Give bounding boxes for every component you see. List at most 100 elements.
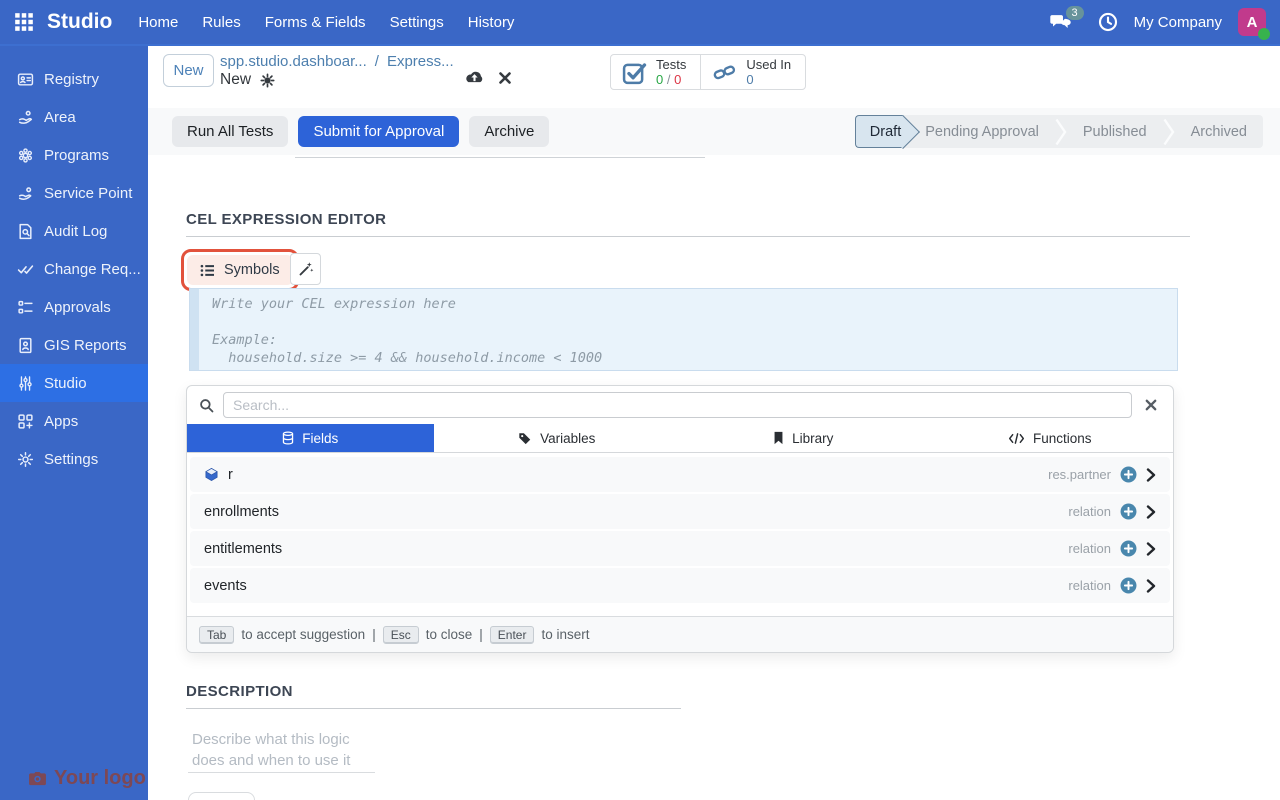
record-title-row: New: [220, 71, 275, 89]
nav-home[interactable]: Home: [126, 14, 190, 31]
sidebar-item-registry[interactable]: Registry: [0, 60, 148, 98]
tab-label: Variables: [540, 431, 595, 446]
expand-chevron-icon[interactable]: [1146, 542, 1156, 556]
expand-chevron-icon[interactable]: [1146, 468, 1156, 482]
nav-history[interactable]: History: [456, 14, 527, 31]
new-record-button[interactable]: New: [163, 54, 214, 87]
sidebar-item-approvals[interactable]: Approvals: [0, 288, 148, 326]
field-name: events: [204, 578, 247, 594]
symbols-suggestion-panel: Fields Variables Library: [186, 385, 1174, 653]
nav-settings[interactable]: Settings: [378, 14, 456, 31]
user-avatar[interactable]: A: [1238, 8, 1266, 36]
tab-variables[interactable]: Variables: [434, 424, 681, 452]
description-section-divider: [186, 708, 681, 709]
report-person-icon: [16, 337, 34, 354]
archive-button[interactable]: Archive: [469, 116, 549, 147]
camera-icon: [28, 771, 47, 786]
company-menu[interactable]: My Company: [1134, 14, 1222, 31]
hint-separator: |: [372, 627, 376, 642]
tab-library[interactable]: Library: [680, 424, 927, 452]
partial-bottom-button[interactable]: [188, 792, 255, 800]
sidebar-item-apps[interactable]: Apps: [0, 402, 148, 440]
expand-chevron-icon[interactable]: [1146, 579, 1156, 593]
sidebar-item-area[interactable]: Area: [0, 98, 148, 136]
suggestion-row-events[interactable]: events relation: [190, 568, 1170, 603]
field-type: relation: [1068, 541, 1111, 556]
main-content: New spp.studio.dashboar... / Express... …: [148, 46, 1280, 800]
insert-plus-icon[interactable]: [1120, 466, 1137, 483]
editor-placeholder: Write your CEL expression here Example: …: [199, 289, 615, 370]
search-row: [187, 386, 1173, 424]
field-name: r: [228, 467, 233, 483]
insert-plus-icon[interactable]: [1120, 577, 1137, 594]
field-divider: [295, 157, 705, 158]
document-search-icon: [16, 223, 34, 240]
sidebar-item-label: Change Req...: [44, 261, 141, 278]
record-actions-gear-icon[interactable]: [260, 73, 275, 88]
code-icon: [1008, 432, 1025, 445]
database-icon: [282, 431, 294, 445]
stage-published[interactable]: Published: [1067, 115, 1163, 148]
sidebar-item-programs[interactable]: Programs: [0, 136, 148, 174]
left-sidebar: Registry Area Programs: [0, 46, 148, 800]
double-check-icon: [16, 261, 34, 278]
search-icon: [199, 398, 214, 413]
tab-functions[interactable]: Functions: [927, 424, 1174, 452]
app-brand[interactable]: Studio: [47, 10, 112, 34]
avatar-letter: A: [1247, 14, 1258, 31]
submit-for-approval-button[interactable]: Submit for Approval: [298, 116, 459, 147]
used-in-stat-button[interactable]: Used In 0: [700, 55, 805, 89]
breadcrumb-root-link[interactable]: spp.studio.dashboar...: [220, 53, 367, 70]
sidebar-item-change-requests[interactable]: Change Req...: [0, 250, 148, 288]
apps-menu-icon[interactable]: [14, 12, 34, 32]
logo-text: Your logo: [54, 767, 146, 790]
cube-icon: [204, 467, 219, 482]
symbols-button[interactable]: Symbols: [187, 255, 293, 285]
magic-wand-button[interactable]: [290, 253, 321, 285]
stage-draft[interactable]: Draft: [855, 115, 903, 148]
run-all-tests-button[interactable]: Run All Tests: [172, 116, 288, 147]
sidebar-item-label: Approvals: [44, 299, 111, 316]
tests-stat-button[interactable]: Tests 0 / 0: [611, 55, 700, 89]
breadcrumb-current-link[interactable]: Express...: [387, 53, 454, 70]
suggestion-row-enrollments[interactable]: enrollments relation: [190, 494, 1170, 529]
stage-archived[interactable]: Archived: [1175, 115, 1263, 148]
company-logo-placeholder[interactable]: Your logo: [28, 767, 146, 790]
close-panel-button[interactable]: [1141, 395, 1161, 415]
navbar-right: 3 My Company A: [1049, 8, 1280, 36]
sidebar-item-audit-log[interactable]: Audit Log: [0, 212, 148, 250]
messages-button[interactable]: 3: [1049, 14, 1072, 31]
hand-service-icon: [16, 185, 34, 202]
sidebar-item-label: Service Point: [44, 185, 132, 202]
description-textarea[interactable]: Describe what this logic does and when t…: [192, 729, 370, 771]
suggestion-row-entitlements[interactable]: entitlements relation: [190, 531, 1170, 566]
tests-label: Tests: [656, 57, 686, 72]
sidebar-item-label: Studio: [44, 375, 87, 392]
symbols-annotation-ring: Symbols: [181, 249, 299, 291]
hint-text: to close: [426, 627, 473, 642]
sidebar-item-label: GIS Reports: [44, 337, 127, 354]
id-card-icon: [16, 71, 34, 88]
insert-plus-icon[interactable]: [1120, 540, 1137, 557]
discard-x-icon[interactable]: [498, 71, 512, 85]
expand-chevron-icon[interactable]: [1146, 505, 1156, 519]
hint-text: to accept suggestion: [241, 627, 365, 642]
save-cloud-icon[interactable]: [464, 70, 485, 85]
stage-pending-approval[interactable]: Pending Approval: [903, 115, 1055, 148]
suggestion-row-r[interactable]: r res.partner: [190, 457, 1170, 492]
sidebar-item-studio[interactable]: Studio: [0, 364, 148, 402]
cel-expression-input[interactable]: Write your CEL expression here Example: …: [189, 288, 1178, 371]
cel-section-title: CEL EXPRESSION EDITOR: [186, 211, 386, 228]
search-input[interactable]: [223, 392, 1132, 418]
nav-rules[interactable]: Rules: [190, 14, 252, 31]
status-pipeline: Draft Pending Approval Published Archive…: [855, 115, 1263, 148]
sidebar-item-label: Audit Log: [44, 223, 107, 240]
sidebar-item-label: Area: [44, 109, 76, 126]
nav-forms-fields[interactable]: Forms & Fields: [253, 14, 378, 31]
activity-clock-icon[interactable]: [1098, 12, 1118, 32]
sidebar-item-gis-reports[interactable]: GIS Reports: [0, 326, 148, 364]
insert-plus-icon[interactable]: [1120, 503, 1137, 520]
sidebar-item-service-point[interactable]: Service Point: [0, 174, 148, 212]
tab-fields[interactable]: Fields: [187, 424, 434, 452]
sidebar-item-settings[interactable]: Settings: [0, 440, 148, 478]
